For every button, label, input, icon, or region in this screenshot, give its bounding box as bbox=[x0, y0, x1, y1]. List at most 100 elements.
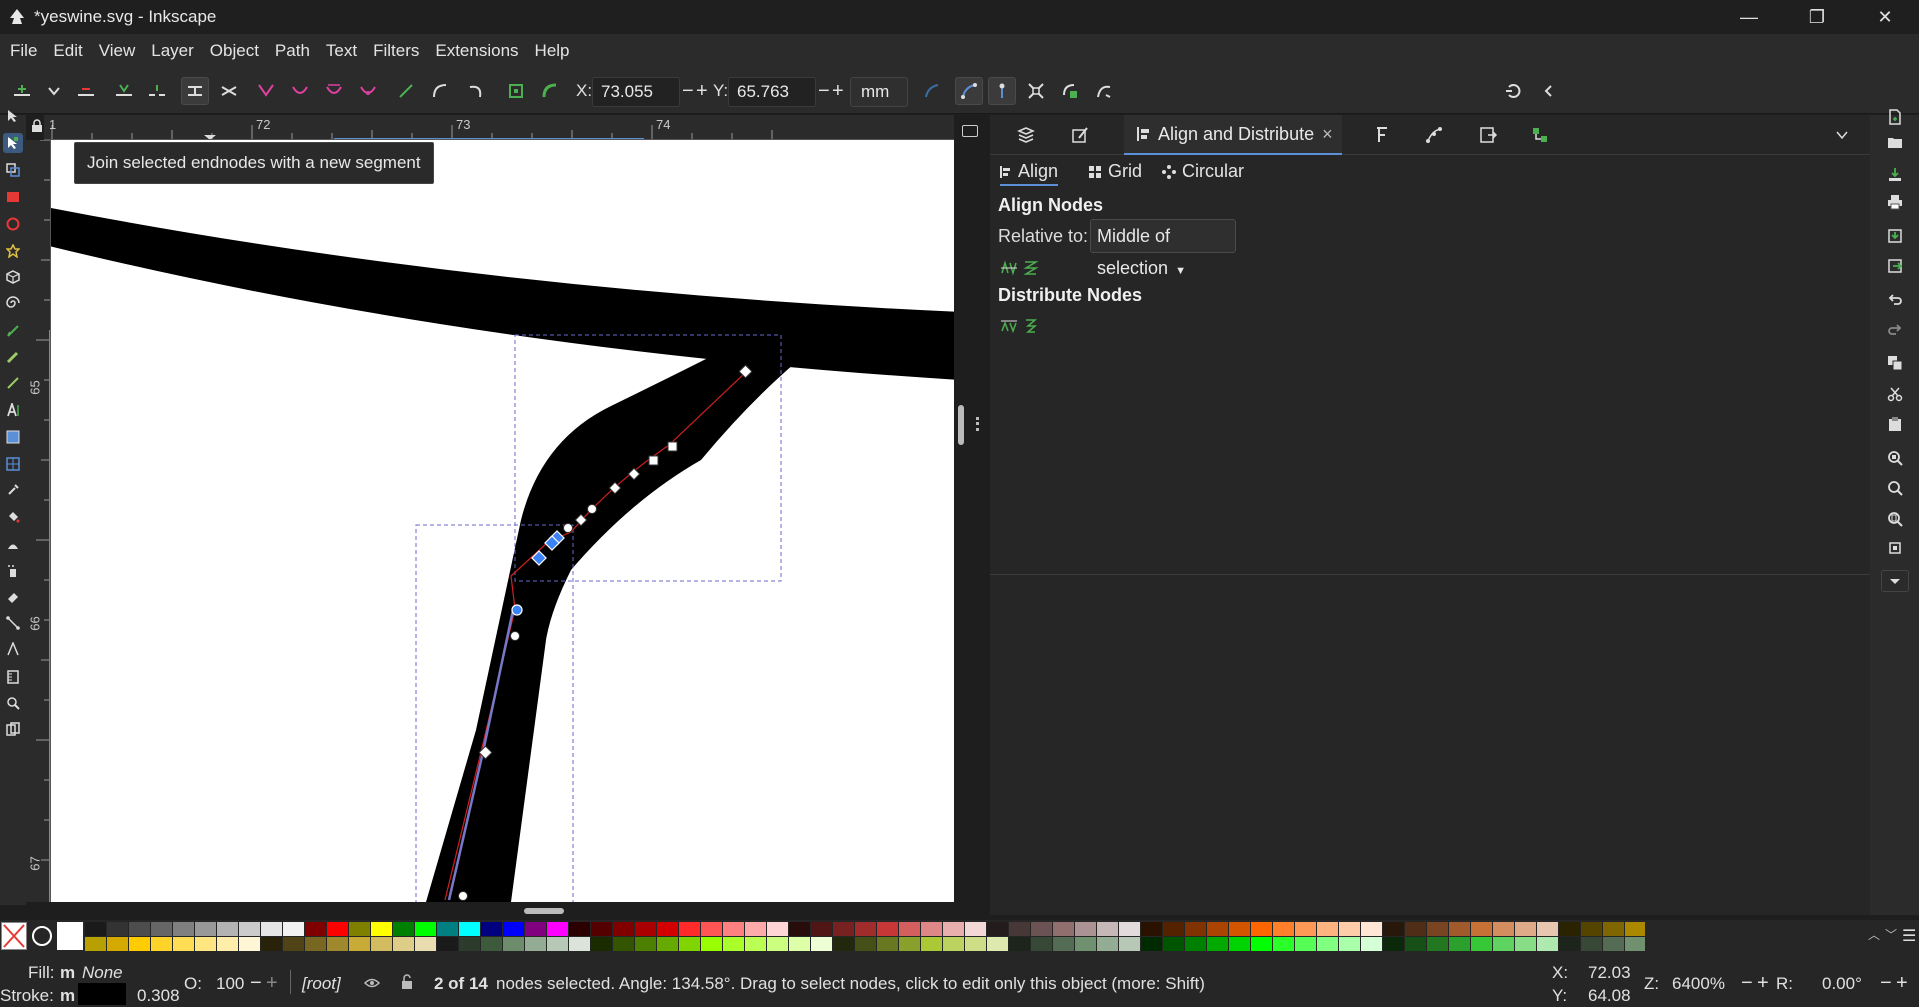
node-smooth-icon[interactable] bbox=[286, 77, 314, 105]
align-nodes-horizontal-icon[interactable] bbox=[1000, 259, 1018, 277]
paste-icon[interactable] bbox=[1884, 413, 1906, 435]
zoom-selection-icon[interactable] bbox=[1884, 447, 1906, 469]
layer-label[interactable]: [root] bbox=[302, 974, 341, 994]
zoom-drawing-icon[interactable] bbox=[1884, 477, 1906, 499]
segment-arc-icon[interactable] bbox=[462, 77, 490, 105]
node-auto-smooth-icon[interactable] bbox=[354, 77, 382, 105]
stroke-swatch[interactable] bbox=[78, 983, 126, 1005]
menu-extensions[interactable]: Extensions bbox=[427, 34, 526, 68]
layer-lock-icon[interactable] bbox=[400, 974, 414, 990]
display-mode-icon[interactable] bbox=[962, 125, 978, 137]
snap-popover-icon[interactable] bbox=[1535, 77, 1563, 105]
delete-node-icon[interactable] bbox=[72, 77, 100, 105]
edit-clip-path-icon[interactable] bbox=[1056, 77, 1084, 105]
calligraphy-tool-icon[interactable] bbox=[3, 373, 23, 393]
close-button[interactable]: ✕ bbox=[1851, 0, 1919, 34]
stroke-width-value[interactable]: 0.308 bbox=[137, 986, 180, 1006]
palette-swatches[interactable] bbox=[85, 920, 1645, 956]
spray-tool-icon[interactable] bbox=[3, 561, 23, 581]
x-coord-input[interactable]: 73.055 bbox=[592, 77, 680, 107]
stroke-m[interactable]: m bbox=[60, 986, 75, 1006]
shape-builder-tool-icon[interactable] bbox=[3, 160, 23, 180]
menu-view[interactable]: View bbox=[91, 34, 144, 68]
show-handles-icon[interactable] bbox=[955, 77, 983, 105]
zoom-value[interactable]: 6400% bbox=[1672, 974, 1725, 994]
edit-mask-icon[interactable] bbox=[1090, 77, 1118, 105]
paint-bucket-tool-icon[interactable] bbox=[3, 507, 23, 527]
show-path-outline-icon[interactable] bbox=[988, 77, 1016, 105]
cut-icon[interactable] bbox=[1884, 383, 1906, 405]
transform-tab-icon[interactable] bbox=[1424, 123, 1444, 147]
fill-m[interactable]: m bbox=[60, 963, 75, 983]
spiral-tool-icon[interactable] bbox=[3, 293, 23, 313]
swatch-white[interactable] bbox=[57, 922, 83, 950]
node-tool-icon[interactable] bbox=[3, 133, 23, 153]
y-increment-button[interactable]: + bbox=[832, 80, 844, 103]
opacity-decrement[interactable]: − bbox=[250, 972, 262, 995]
snap-toggle-icon[interactable] bbox=[1500, 77, 1528, 105]
selector-tool-icon[interactable] bbox=[3, 106, 23, 126]
menu-help[interactable]: Help bbox=[527, 34, 578, 68]
print-icon[interactable] bbox=[1884, 191, 1906, 213]
text-tool-icon[interactable] bbox=[3, 400, 23, 420]
panel-resize-handle[interactable] bbox=[976, 417, 979, 431]
break-path-icon[interactable] bbox=[143, 77, 171, 105]
export-icon[interactable] bbox=[1884, 255, 1906, 277]
align-nodes-vertical-icon[interactable] bbox=[1022, 259, 1040, 277]
connector-tool-icon[interactable] bbox=[3, 613, 23, 633]
vertical-scrollbar-thumb[interactable] bbox=[958, 405, 964, 445]
object-to-path-icon[interactable] bbox=[502, 77, 530, 105]
undo-icon[interactable] bbox=[1884, 289, 1906, 311]
subtab-circular[interactable]: Circular bbox=[1162, 161, 1244, 182]
zoom-page-icon[interactable] bbox=[1884, 508, 1906, 530]
eraser-tool-icon[interactable] bbox=[3, 587, 23, 607]
palette-menu-icon[interactable]: ☰ bbox=[1902, 926, 1916, 945]
swatch-unset-icon[interactable] bbox=[29, 922, 55, 950]
swatch-none-icon[interactable] bbox=[1, 922, 27, 950]
relative-to-select[interactable]: Middle of selection ▼ bbox=[1090, 219, 1236, 278]
tab-align-distribute[interactable]: Align and Distribute × bbox=[1124, 115, 1342, 155]
ellipse-tool-icon[interactable] bbox=[3, 214, 23, 234]
layers-tab-icon[interactable] bbox=[1016, 123, 1036, 147]
delete-segment-icon[interactable] bbox=[215, 77, 243, 105]
distribute-nodes-vertical-icon[interactable] bbox=[1022, 317, 1040, 335]
mesh-tool-icon[interactable] bbox=[3, 454, 23, 474]
pencil-tool-icon[interactable] bbox=[3, 347, 23, 367]
redo-icon[interactable] bbox=[1884, 319, 1906, 341]
pages-tool-icon[interactable] bbox=[3, 719, 23, 739]
gradient-tool-icon[interactable] bbox=[3, 427, 23, 447]
zoom-decrement[interactable]: − bbox=[1741, 972, 1753, 995]
rotate-increment[interactable]: + bbox=[1896, 972, 1908, 995]
save-document-icon[interactable] bbox=[1884, 163, 1906, 185]
menu-edit[interactable]: Edit bbox=[45, 34, 90, 68]
distribute-nodes-horizontal-icon[interactable] bbox=[1000, 317, 1018, 335]
zoom-tool-icon[interactable] bbox=[3, 693, 23, 713]
show-clip-icon[interactable] bbox=[918, 77, 946, 105]
y-decrement-button[interactable]: − bbox=[818, 80, 830, 103]
menu-text[interactable]: Text bbox=[318, 34, 365, 68]
join-nodes-icon[interactable] bbox=[110, 77, 138, 105]
fill-value[interactable]: None bbox=[82, 963, 123, 983]
new-document-icon[interactable] bbox=[1884, 106, 1906, 128]
join-endnodes-segment-icon[interactable] bbox=[181, 77, 209, 105]
stroke-to-path-icon[interactable] bbox=[536, 77, 564, 105]
opacity-increment[interactable]: + bbox=[266, 972, 278, 995]
pen-tool-icon[interactable] bbox=[3, 321, 23, 341]
unit-select[interactable]: mm ▼ bbox=[850, 77, 908, 128]
node-symmetric-icon[interactable] bbox=[320, 77, 348, 105]
dock-menu-chevron-icon[interactable] bbox=[1835, 123, 1849, 147]
import-icon[interactable] bbox=[1884, 225, 1906, 247]
guide-lock-icon[interactable] bbox=[30, 119, 44, 133]
node-cusp-icon[interactable] bbox=[252, 77, 280, 105]
x-increment-button[interactable]: + bbox=[696, 80, 708, 103]
horizontal-ruler[interactable]: 1 72 73 74 bbox=[44, 115, 954, 140]
rectangle-tool-icon[interactable] bbox=[3, 187, 23, 207]
insert-node-dropdown-icon[interactable] bbox=[40, 77, 68, 105]
star-tool-icon[interactable] bbox=[3, 241, 23, 261]
vertical-ruler[interactable]: 65 66 67 bbox=[26, 140, 51, 902]
minimize-button[interactable]: — bbox=[1715, 0, 1783, 34]
3d-box-tool-icon[interactable] bbox=[3, 267, 23, 287]
xml-editor-tab-icon[interactable] bbox=[1530, 123, 1550, 147]
export-tab-icon[interactable] bbox=[1478, 123, 1498, 147]
horizontal-scrollbar-thumb[interactable] bbox=[524, 908, 564, 914]
